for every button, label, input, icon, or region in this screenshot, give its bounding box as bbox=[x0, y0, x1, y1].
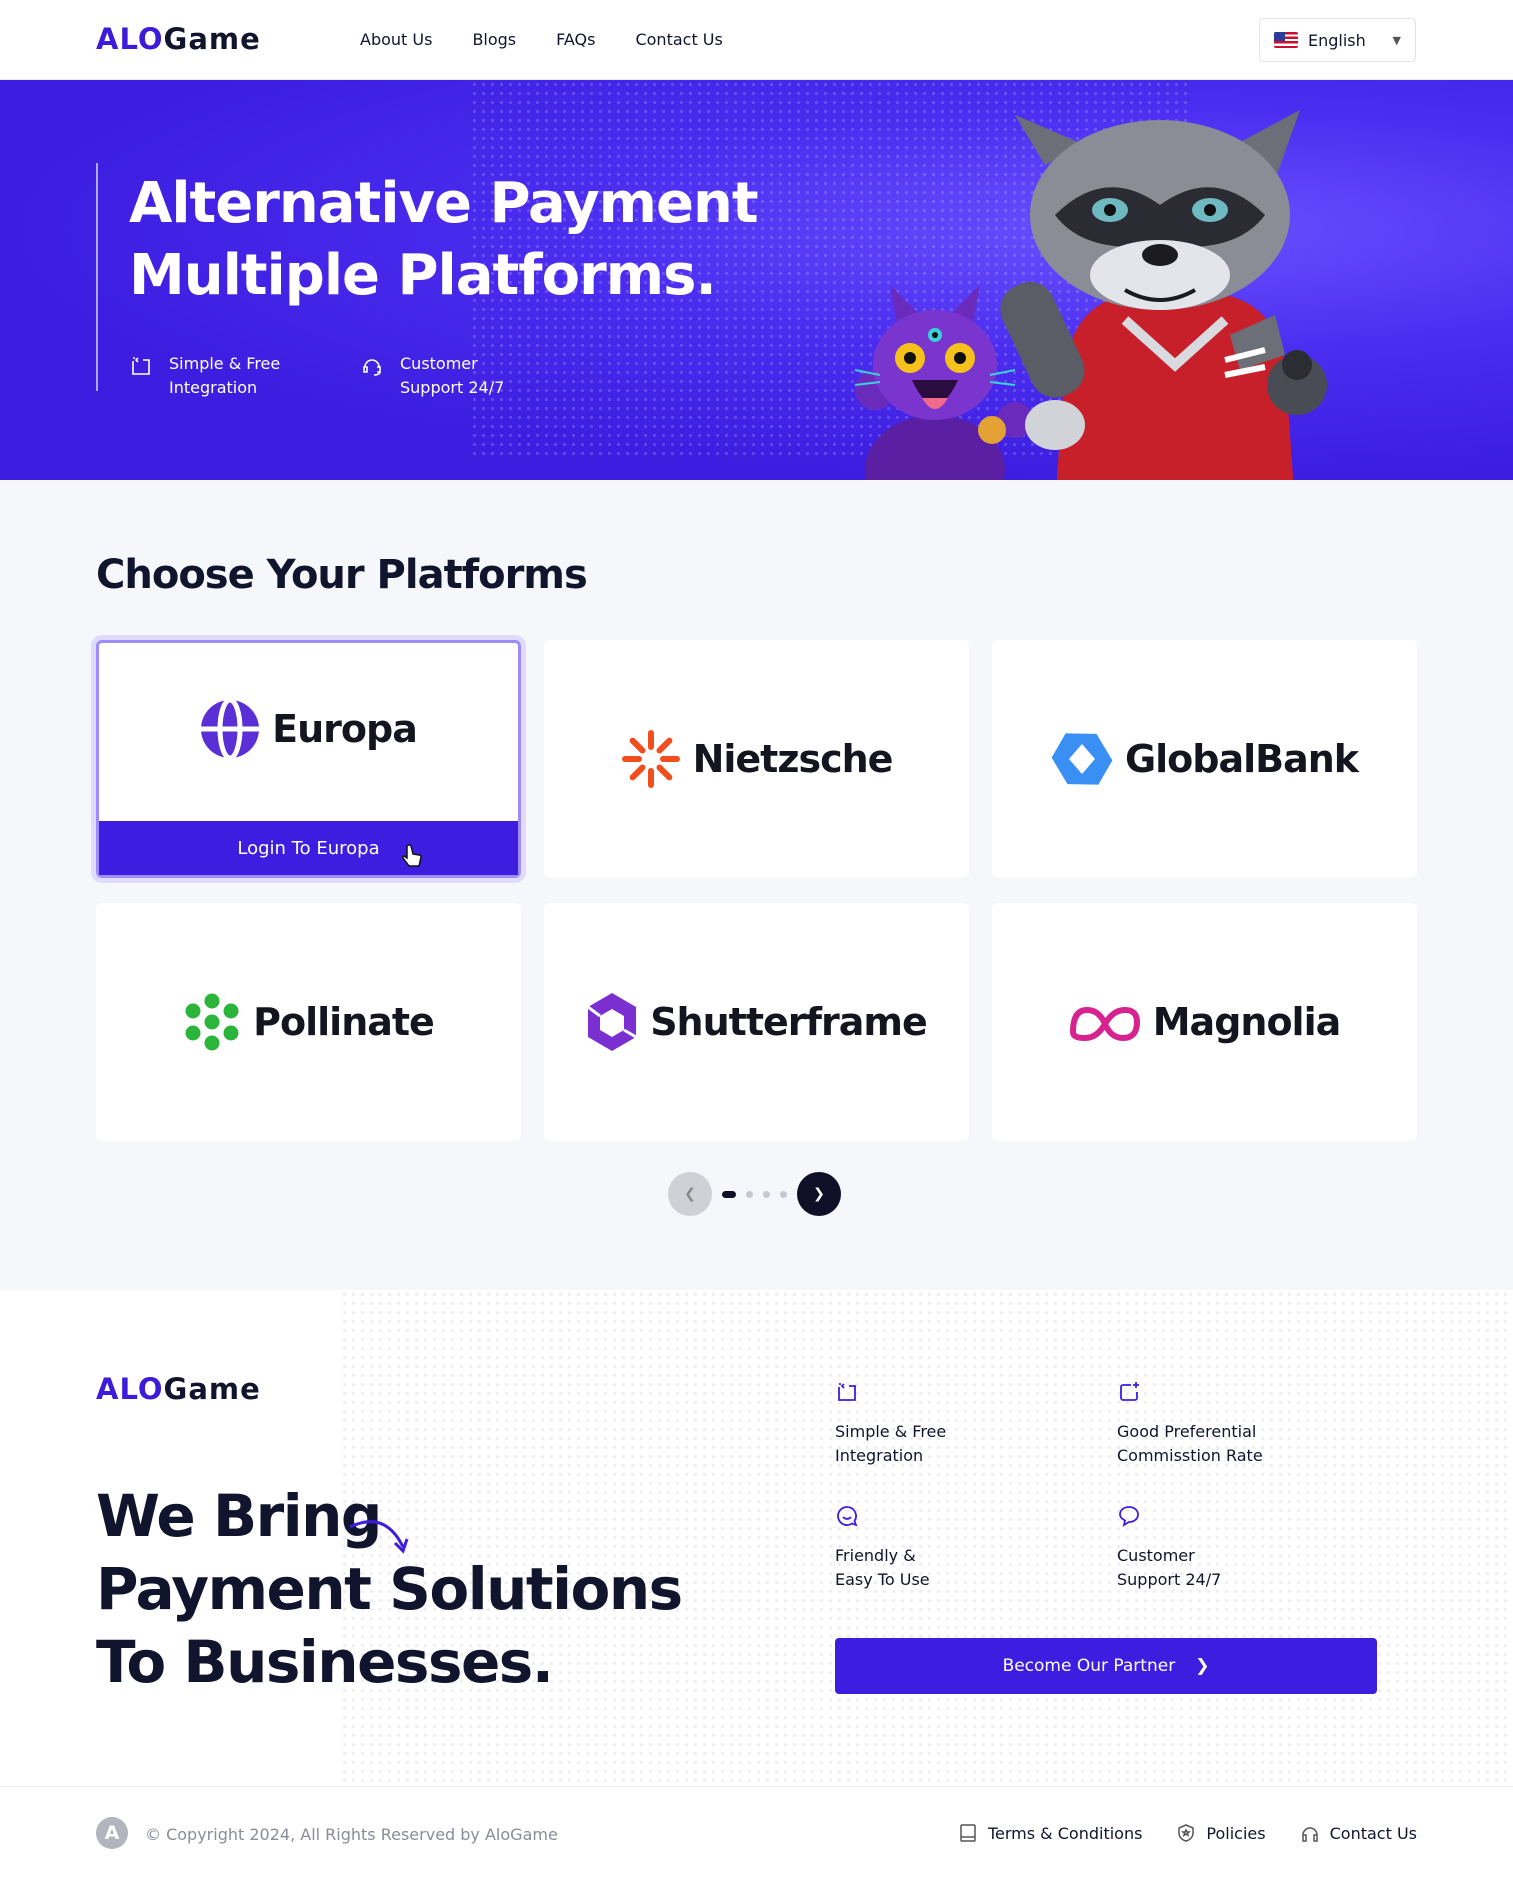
nav-blogs[interactable]: Blogs bbox=[472, 30, 516, 49]
main-nav: About Us Blogs FAQs Contact Us bbox=[360, 30, 723, 49]
integration-icon bbox=[838, 1383, 856, 1401]
feature-support: Customer Support 24/7 bbox=[1117, 1504, 1221, 1592]
footer-link-policies[interactable]: Policies bbox=[1176, 1823, 1266, 1843]
pollinate-brand-name: Pollinate bbox=[253, 1000, 435, 1044]
chat-bubble-icon bbox=[1119, 1506, 1139, 1527]
alogame-logo[interactable]: ALOGame bbox=[96, 1372, 261, 1406]
headset-icon bbox=[363, 359, 381, 376]
pager-dot-3[interactable] bbox=[763, 1190, 770, 1198]
copyright-text: © Copyright 2024, All Rights Reserved by… bbox=[145, 1825, 558, 1844]
europa-brand-name: Europa bbox=[272, 707, 418, 751]
carousel-next-button[interactable]: ❯ bbox=[797, 1172, 841, 1216]
platform-card-shutterframe[interactable]: Shutterframe bbox=[544, 903, 969, 1141]
smile-chat-icon bbox=[837, 1506, 858, 1527]
about-section: ALOGame We Bring Payment Solutions To Bu… bbox=[0, 1290, 1513, 1786]
feature-friendly: Friendly & Easy To Use bbox=[835, 1504, 930, 1592]
chevron-right-icon: ❯ bbox=[1195, 1656, 1210, 1676]
headphones-icon bbox=[1301, 1827, 1318, 1842]
document-icon bbox=[960, 1824, 976, 1842]
top-header: ALOGame About Us Blogs FAQs Contact Us E… bbox=[0, 0, 1513, 80]
magnolia-brand-name: Magnolia bbox=[1152, 1000, 1342, 1044]
nietzsche-brand-name: Nietzsche bbox=[692, 737, 894, 781]
hero-feature-integration: Simple & Free Integration bbox=[129, 352, 280, 400]
hero-banner: Alternative Payment Multiple Platforms. … bbox=[0, 80, 1513, 480]
carousel-prev-button[interactable]: ❮ bbox=[668, 1172, 712, 1216]
shutterframe-hexagon-icon bbox=[587, 993, 637, 1051]
hero-accent-line bbox=[96, 163, 98, 391]
europa-globe-icon bbox=[201, 699, 260, 759]
footer-link-terms[interactable]: Terms & Conditions bbox=[958, 1823, 1142, 1843]
pager-dot-1[interactable] bbox=[722, 1190, 736, 1198]
platform-card-globalbank[interactable]: GlobalBank bbox=[992, 640, 1417, 878]
pollinate-flower-icon bbox=[185, 993, 239, 1051]
nav-about-us[interactable]: About Us bbox=[360, 30, 432, 49]
alogame-badge-icon: A bbox=[96, 1817, 128, 1849]
hero-feature-support: Customer Support 24/7 bbox=[360, 352, 504, 400]
feature-integration: Simple & Free Integration bbox=[835, 1380, 946, 1468]
pager-dot-4[interactable] bbox=[780, 1190, 787, 1198]
language-label: English bbox=[1308, 30, 1366, 50]
hero-title: Alternative Payment Multiple Platforms. bbox=[129, 171, 759, 308]
pager-dot-2[interactable] bbox=[746, 1190, 753, 1198]
nav-contact-us[interactable]: Contact Us bbox=[635, 30, 722, 49]
platforms-section: Choose Your Platforms Europa Login To Eu… bbox=[0, 480, 1513, 1290]
raccoon-mascot-illustration bbox=[1000, 110, 1327, 480]
integration-icon bbox=[132, 357, 150, 375]
magnolia-infinity-icon bbox=[1069, 1006, 1140, 1042]
curved-arrow-icon bbox=[349, 1520, 409, 1554]
footer-links: Terms & Conditions Policies Contact Us bbox=[958, 1823, 1417, 1843]
platform-card-magnolia[interactable]: Magnolia bbox=[992, 903, 1417, 1141]
alogame-logo[interactable]: ALOGame bbox=[96, 22, 261, 56]
footer-link-contact[interactable]: Contact Us bbox=[1300, 1823, 1417, 1843]
language-selector[interactable]: English ▼ bbox=[1259, 18, 1416, 62]
become-partner-button[interactable]: Become Our Partner ❯ bbox=[835, 1638, 1377, 1694]
chevron-down-icon: ▼ bbox=[1392, 33, 1401, 47]
us-flag-icon bbox=[1274, 32, 1298, 48]
nietzsche-starburst-icon bbox=[621, 730, 680, 788]
cursor-hand-icon bbox=[401, 844, 422, 867]
carousel-pager: ❮ ❯ bbox=[668, 1172, 841, 1216]
shutterframe-brand-name: Shutterframe bbox=[650, 1000, 928, 1044]
globalbank-brand-name: GlobalBank bbox=[1124, 737, 1359, 781]
platform-card-pollinate[interactable]: Pollinate bbox=[96, 903, 521, 1141]
platform-card-europa[interactable]: Europa Login To Europa bbox=[96, 640, 521, 878]
globalbank-hexagon-icon bbox=[1051, 733, 1113, 785]
nav-faqs[interactable]: FAQs bbox=[556, 30, 595, 49]
sparkle-card-icon bbox=[1120, 1382, 1139, 1401]
shield-icon bbox=[1178, 1824, 1195, 1842]
feature-commission: Good Preferential Commisstion Rate bbox=[1117, 1380, 1263, 1468]
section-title: Choose Your Platforms bbox=[96, 552, 588, 598]
platform-card-nietzsche[interactable]: Nietzsche bbox=[544, 640, 969, 878]
site-footer: A © Copyright 2024, All Rights Reserved … bbox=[0, 1786, 1513, 1881]
login-europa-button[interactable]: Login To Europa bbox=[99, 821, 518, 875]
